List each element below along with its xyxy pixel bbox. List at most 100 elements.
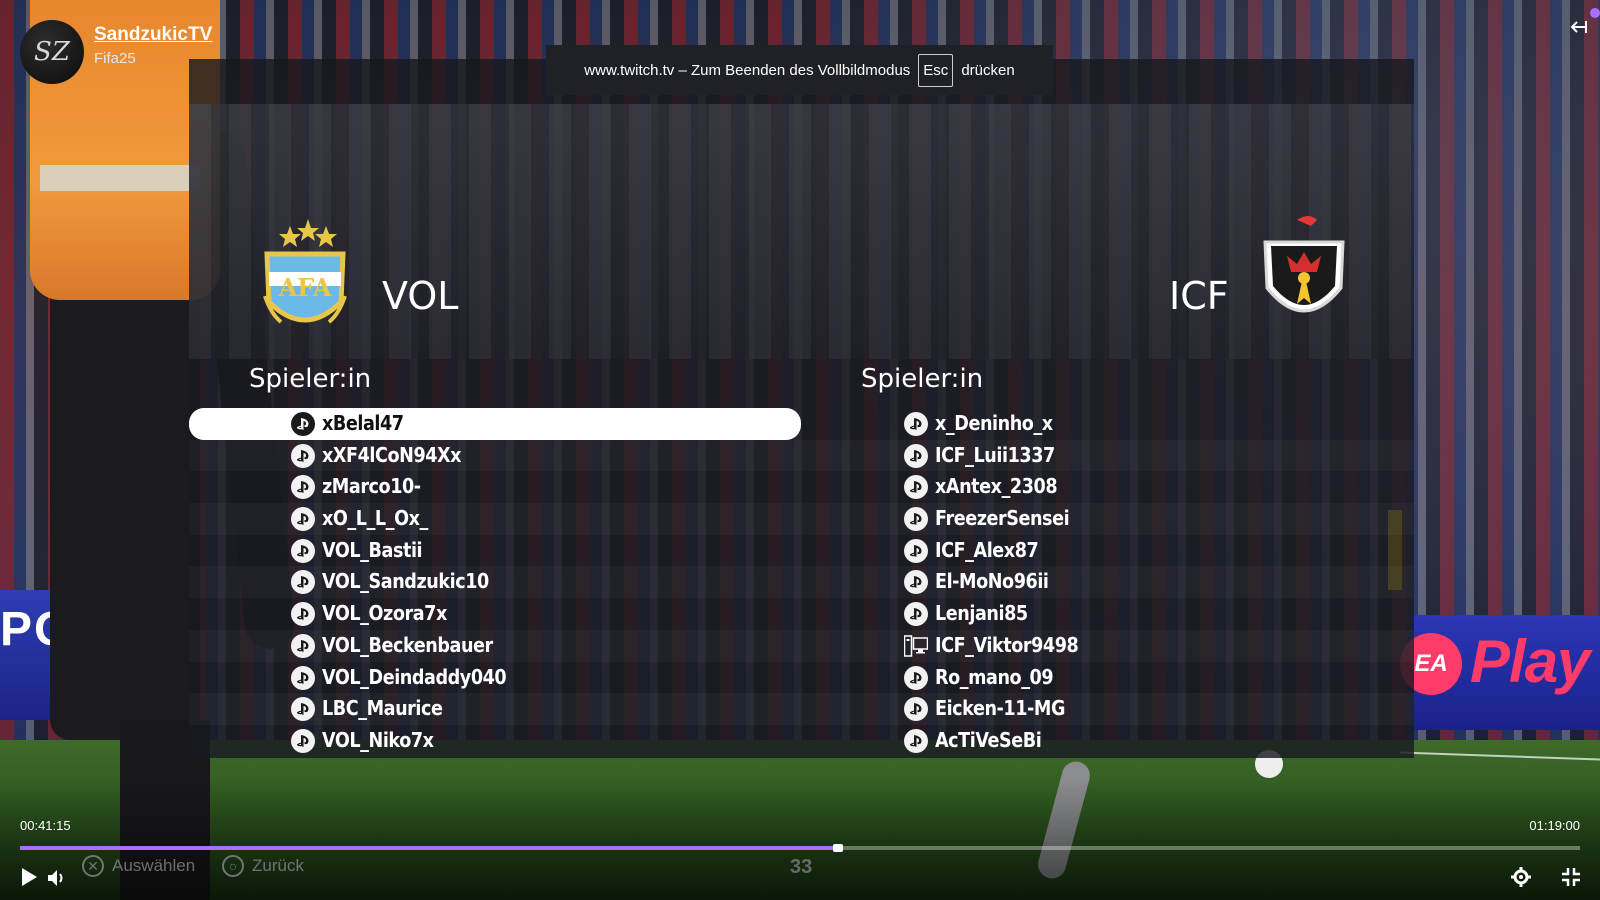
back-hint: ○ Zurück (222, 855, 304, 877)
away-players-header: Spieler:in (861, 364, 984, 394)
playstation-icon (291, 475, 315, 500)
notification-dot (1590, 8, 1600, 18)
referee-body (50, 280, 200, 740)
home-player-name: VOL_Deindaddy040 (322, 664, 507, 689)
ea-play-text: Play (1470, 628, 1590, 695)
away-player-name: ICF_Viktor9498 (935, 632, 1079, 657)
away-player-name: Ro_mano_09 (935, 664, 1054, 689)
home-player-name: xXF4lCoN94Xx (322, 442, 462, 467)
playstation-icon (291, 412, 315, 436)
away-player-row[interactable]: x_Deninho_x (802, 408, 1414, 440)
home-player-name: LBC_Maurice (322, 696, 443, 721)
playstation-icon (904, 538, 928, 563)
home-player-name: VOL_Bastii (322, 537, 423, 562)
playstation-icon (291, 602, 315, 627)
home-players-header: Spieler:in (249, 364, 372, 394)
home-player-row[interactable]: VOL_Bastii (189, 535, 801, 567)
home-player-row[interactable]: VOL_Deindaddy040 (189, 662, 801, 694)
away-player-row[interactable]: ICF_Luii1337 (802, 440, 1414, 472)
away-player-row[interactable]: El-MoNo96ii (802, 566, 1414, 598)
away-player-name: El-MoNo96ii (935, 569, 1049, 594)
playstation-icon (291, 665, 315, 690)
cross-button-icon: ✕ (82, 855, 104, 877)
controls-gradient (0, 780, 1600, 900)
away-player-row[interactable]: Lenjani85 (802, 598, 1414, 630)
back-hint-label: Zurück (252, 856, 304, 875)
current-time: 00:41:15 (20, 818, 71, 833)
home-player-row[interactable]: xBelal47 (189, 408, 801, 440)
home-player-name: VOL_Beckenbauer (322, 632, 493, 657)
home-player-row[interactable]: VOL_Ozora7x (189, 598, 801, 630)
playstation-icon (904, 570, 928, 595)
playstation-icon (291, 507, 315, 532)
away-player-row[interactable]: Ro_mano_09 (802, 662, 1414, 694)
away-player-row[interactable]: ICF_Alex87 (802, 535, 1414, 567)
home-player-row[interactable]: VOL_Sandzukic10 (189, 566, 801, 598)
playstation-icon (904, 665, 928, 690)
away-player-name: Eicken-11-MG (935, 696, 1065, 721)
away-player-row[interactable]: FreezerSensei (802, 503, 1414, 535)
playstation-icon (291, 728, 315, 753)
lineup-panel: AFA VOL ICF Spieler:in Spieler:in xBelal… (189, 59, 1414, 758)
away-player-name: xAntex_2308 (935, 474, 1058, 499)
playstation-icon (291, 443, 315, 468)
away-player-row[interactable]: AcTiVeSeBi (802, 725, 1414, 757)
away-player-name: AcTiVeSeBi (935, 727, 1042, 752)
home-player-name: VOL_Ozora7x (322, 601, 447, 626)
away-roster: x_Deninho_x ICF_Luii1337 xAntex_2308 Freeze… (802, 408, 1414, 757)
home-player-row[interactable]: LBC_Maurice (189, 693, 801, 725)
playstation-icon (904, 507, 928, 532)
home-player-row[interactable]: zMarco10- (189, 471, 801, 503)
playstation-icon (904, 475, 928, 500)
vest-reflective-stripe (40, 165, 200, 191)
channel-name-link[interactable]: SandzukicTV (94, 24, 212, 46)
afa-crest-icon: AFA (263, 219, 347, 324)
away-player-name: FreezerSensei (935, 506, 1070, 531)
away-player-row[interactable]: Eicken-11-MG (802, 693, 1414, 725)
playstation-icon (291, 633, 315, 658)
channel-avatar[interactable]: SZ (20, 20, 84, 84)
seek-bar[interactable] (20, 844, 1580, 852)
home-player-row[interactable]: VOL_Beckenbauer (189, 630, 801, 662)
icf-crest-icon (1263, 216, 1345, 313)
fullscreen-notice-text: www.twitch.tv – Zum Beenden des Vollbild… (584, 61, 911, 79)
playstation-icon (291, 697, 315, 722)
seek-thumb[interactable] (832, 844, 843, 852)
esc-key-badge: Esc (918, 53, 954, 87)
home-roster: xBelal47 xXF4lCoN94Xx zMarco10- xO_L_L_Ox_ V… (189, 408, 801, 757)
playstation-icon (904, 412, 928, 436)
total-time: 01:19:00 (1529, 818, 1580, 833)
volume-icon[interactable] (46, 867, 68, 889)
home-player-row[interactable]: xO_L_L_Ox_ (189, 503, 801, 535)
home-player-name: VOL_Niko7x (322, 727, 434, 752)
away-player-name: Lenjani85 (935, 601, 1028, 626)
away-player-row[interactable]: ICF_Viktor9498 (802, 630, 1414, 662)
home-player-name: xO_L_L_Ox_ (322, 506, 428, 531)
home-player-row[interactable]: VOL_Niko7x (189, 725, 801, 757)
gear-icon[interactable] (1510, 866, 1532, 888)
away-team-name: ICF (1169, 274, 1229, 318)
away-player-row[interactable]: xAntex_2308 (802, 471, 1414, 503)
away-player-name: ICF_Alex87 (935, 537, 1039, 562)
home-player-row[interactable]: xXF4lCoN94Xx (189, 440, 801, 472)
playstation-icon (904, 728, 928, 753)
play-icon[interactable] (18, 866, 40, 888)
playstation-icon (291, 538, 315, 563)
exit-fullscreen-icon[interactable] (1560, 866, 1582, 888)
home-player-name: zMarco10- (322, 474, 421, 499)
playstation-icon (904, 602, 928, 627)
seek-progress (20, 846, 835, 850)
home-player-name: xBelal47 (322, 411, 404, 435)
home-player-name: VOL_Sandzukic10 (322, 569, 489, 594)
circle-button-icon: ○ (222, 855, 244, 877)
away-player-name: x_Deninho_x (935, 411, 1053, 435)
exit-arrow-icon[interactable] (1570, 18, 1588, 36)
playstation-icon (904, 443, 928, 468)
playstation-icon (291, 570, 315, 595)
fullscreen-notice-text-after: drücken (961, 61, 1015, 79)
select-hint-label: Auswählen (112, 856, 196, 875)
pc-platform-icon (904, 634, 928, 658)
game-category: Fifa25 (94, 50, 136, 67)
ea-play-banner: EA Play (1400, 615, 1600, 730)
game-countdown: 33 (790, 856, 813, 878)
